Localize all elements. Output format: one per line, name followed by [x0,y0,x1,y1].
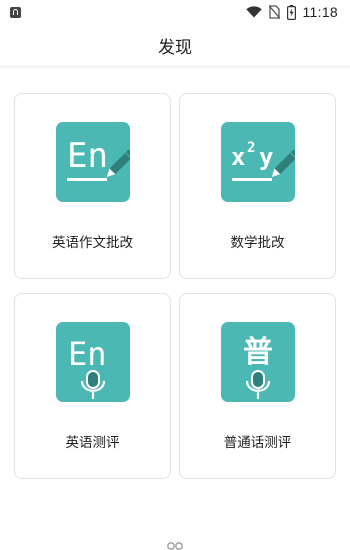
feature-grid: En 英语作文批改 x 2 y 数学批改 En 英语测评 普 普通话测评 [14,93,336,479]
svg-text:2: 2 [247,140,255,156]
card-english-speaking[interactable]: En 英语测评 [14,293,171,479]
bottom-more-icon[interactable] [164,540,186,550]
english-writing-icon: En [55,122,130,202]
card-math-correction[interactable]: x 2 y 数学批改 [179,93,336,279]
card-label: 英语作文批改 [52,235,133,251]
no-sim-icon [268,5,280,19]
wifi-icon [245,6,262,18]
battery-charging-icon [286,4,296,20]
app-notification-icon [10,6,21,18]
svg-text:En: En [67,136,108,176]
svg-text:y: y [259,143,273,171]
english-speaking-icon: En [55,322,130,402]
svg-text:x: x [231,143,245,171]
status-time: 11:18 [302,4,338,20]
card-label: 英语测评 [65,435,120,451]
status-bar: 11:18 [0,0,350,24]
title-bar: 发现 [0,24,350,67]
page-title: 发现 [158,37,192,58]
math-correction-icon: x 2 y [220,122,295,202]
svg-text:普: 普 [243,335,273,370]
card-label: 普通话测评 [223,435,292,451]
card-label: 数学批改 [230,235,285,251]
card-english-writing[interactable]: En 英语作文批改 [14,93,171,279]
mandarin-speaking-icon: 普 [220,322,295,402]
card-mandarin-speaking[interactable]: 普 普通话测评 [179,293,336,479]
svg-text:En: En [68,335,107,373]
